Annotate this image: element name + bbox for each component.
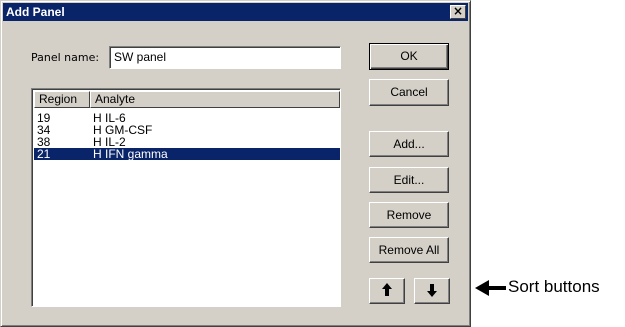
list-item[interactable]: 38 H IL-2 [34,136,340,148]
list-item[interactable]: 34 H GM-CSF [34,124,340,136]
list-item[interactable]: 19 H IL-6 [34,112,340,124]
cancel-button[interactable]: Cancel [369,79,449,106]
edit-button-label: Edit... [393,173,425,187]
arrow-up-icon [382,283,392,296]
remove-button-label: Remove [386,208,432,222]
close-icon: × [452,4,464,18]
panel-name-input[interactable]: SW panel [109,46,341,69]
sort-buttons-annotation: Sort buttons [508,277,600,296]
close-button[interactable]: × [450,5,466,19]
analyte-list[interactable]: Region Analyte 19 H IL-6 34 H GM-CSF 38 … [31,88,341,307]
arrow-down-icon [427,284,437,297]
arrow-left-icon [475,280,506,296]
column-header-analyte[interactable]: Analyte [90,91,340,108]
add-panel-dialog: Add Panel × Panel name: SW panel Region … [0,0,471,327]
add-button[interactable]: Add... [369,131,449,157]
title-bar[interactable]: Add Panel × [3,3,468,21]
analyte-cell: H IFN gamma [93,147,168,161]
remove-all-button-label: Remove All [378,243,440,257]
list-item-selected[interactable]: 21 H IFN gamma [34,148,340,160]
list-header: Region Analyte [34,91,340,108]
panel-name-label: Panel name: [31,51,100,64]
add-button-label: Add... [393,137,425,151]
region-cell: 21 [37,147,51,161]
cancel-button-label: Cancel [390,85,428,99]
sort-down-button[interactable] [414,278,450,304]
ok-button[interactable]: OK [369,43,449,70]
dialog-title: Add Panel [6,5,65,19]
remove-all-button[interactable]: Remove All [369,237,449,263]
edit-button[interactable]: Edit... [369,167,449,193]
remove-button[interactable]: Remove [369,202,449,228]
column-header-region[interactable]: Region [34,91,90,108]
sort-up-button[interactable] [369,278,405,304]
ok-button-label: OK [400,49,418,63]
